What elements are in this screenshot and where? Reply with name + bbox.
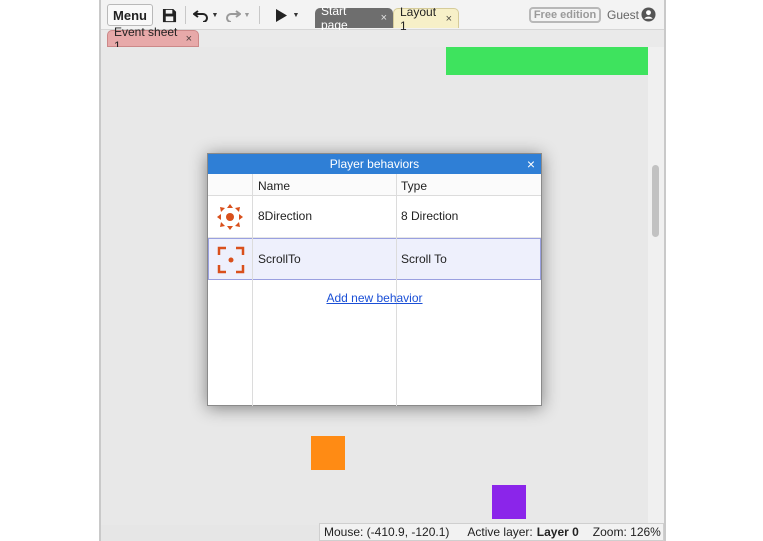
behavior-name: 8Direction xyxy=(258,209,313,223)
toolbar-separator xyxy=(185,6,186,24)
scroll-to-icon xyxy=(217,246,245,274)
behavior-type: 8 Direction xyxy=(401,209,459,223)
behavior-type: Scroll To xyxy=(401,252,447,266)
toolbar-separator xyxy=(259,6,260,24)
close-icon[interactable]: × xyxy=(186,33,192,45)
tab-event-sheet-1[interactable]: Event sheet 1 × xyxy=(107,25,199,53)
active-layer-value: Layer 0 xyxy=(536,525,579,539)
user-account-icon[interactable] xyxy=(641,7,656,22)
menu-button[interactable]: Menu xyxy=(107,4,153,26)
column-header-name[interactable]: Name xyxy=(258,179,290,193)
guest-label[interactable]: Guest xyxy=(607,8,639,22)
zoom-level: Zoom: 126% xyxy=(592,525,661,539)
table-row[interactable]: 8Direction 8 Direction xyxy=(208,196,541,238)
status-bar: Mouse: (-410.9, -120.1) Active layer: La… xyxy=(319,523,664,541)
mouse-coordinates: Mouse: (-410.9, -120.1) xyxy=(324,525,450,539)
free-edition-badge[interactable]: Free edition xyxy=(529,7,601,23)
save-icon[interactable] xyxy=(159,4,179,26)
behavior-name: ScrollTo xyxy=(258,252,301,266)
scrollbar-thumb[interactable] xyxy=(652,165,659,237)
player-behaviors-dialog: Player behaviors × Name Type 8Direction … xyxy=(207,153,542,406)
green-sprite-object[interactable] xyxy=(446,47,649,75)
dialog-title-bar[interactable]: Player behaviors × xyxy=(208,154,541,174)
tab-layout-1[interactable]: Layout 1 × xyxy=(393,5,459,33)
vertical-scrollbar[interactable] xyxy=(648,47,664,525)
redo-dropdown-icon[interactable]: ▼ xyxy=(243,4,251,26)
column-divider xyxy=(396,174,397,406)
eight-direction-icon xyxy=(217,204,243,230)
secondary-tab-bar: Event sheet 1 × xyxy=(101,25,664,53)
behaviors-table: Name Type 8Direction 8 Direction ScrollT… xyxy=(208,174,541,406)
close-icon[interactable]: × xyxy=(446,13,452,25)
undo-icon[interactable] xyxy=(192,4,210,26)
table-header: Name Type xyxy=(208,174,541,196)
close-icon[interactable]: × xyxy=(381,12,387,24)
tab-label: Start page xyxy=(321,4,348,32)
column-header-type[interactable]: Type xyxy=(401,179,427,193)
play-dropdown-icon[interactable]: ▼ xyxy=(292,4,300,26)
active-layer-label: Active layer: xyxy=(467,525,533,539)
dialog-title: Player behaviors xyxy=(329,157,420,171)
redo-icon[interactable] xyxy=(224,4,242,26)
close-icon[interactable]: × xyxy=(527,156,535,172)
add-new-behavior-link[interactable]: Add new behavior xyxy=(208,291,541,305)
orange-sprite-object[interactable] xyxy=(311,436,345,470)
table-row[interactable]: ScrollTo Scroll To xyxy=(208,238,541,280)
column-divider xyxy=(252,174,253,406)
purple-sprite-object[interactable] xyxy=(492,485,526,519)
main-toolbar: Menu ▼ ▼ ▼ Start page × Layout 1 × Free … xyxy=(101,0,664,33)
tab-label: Layout 1 xyxy=(400,4,437,33)
undo-dropdown-icon[interactable]: ▼ xyxy=(211,4,219,26)
tab-start-page[interactable]: Start page × xyxy=(315,4,393,32)
play-icon[interactable] xyxy=(273,4,289,26)
